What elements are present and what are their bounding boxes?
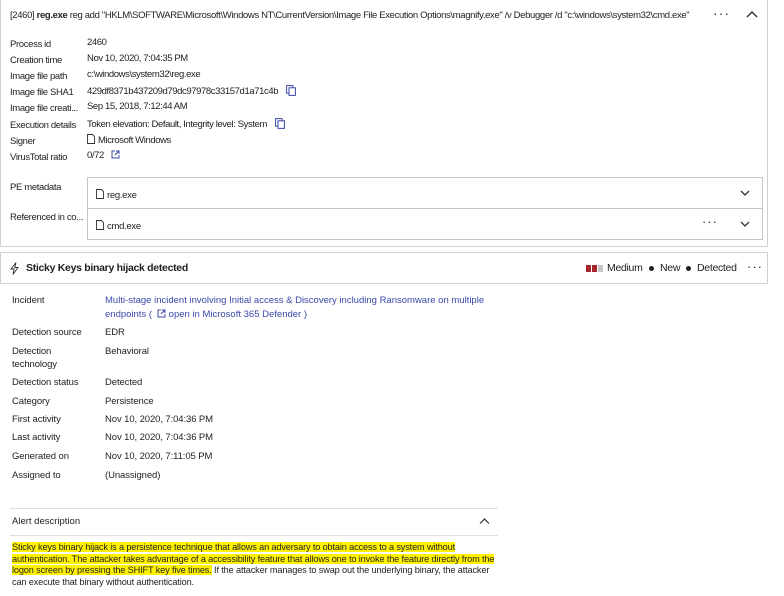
incident-close-paren: ) — [303, 309, 308, 320]
alert-title-bar: Sticky Keys binary hijack detected Mediu… — [0, 252, 768, 284]
generated-on-label: Generated on — [12, 451, 69, 462]
signer-row: Microsoft Windows — [87, 134, 171, 146]
external-link-icon[interactable] — [111, 150, 120, 159]
more-actions-icon[interactable]: ··· — [747, 259, 763, 274]
chevron-up-icon[interactable] — [479, 517, 490, 525]
detection-source-value: EDR — [105, 327, 125, 338]
image-file-sha1-value: 429df8371b437209d79dc97978c33157d1a71c4b — [87, 86, 279, 97]
first-activity-value: Nov 10, 2020, 7:04:36 PM — [105, 414, 213, 425]
virustotal-ratio-row: 0/72 — [87, 150, 120, 161]
referenced-in-command-dropdown[interactable]: cmd.exe ··· — [87, 208, 763, 240]
incident-value: Multi-stage incident involving Initial a… — [105, 294, 505, 322]
process-id-value: 2460 — [87, 37, 107, 48]
last-activity-label: Last activity — [12, 432, 61, 443]
detection-status-label: Detection status — [12, 377, 79, 388]
pe-metadata-file: reg.exe — [96, 189, 137, 201]
image-file-path-label: Image file path — [10, 71, 68, 82]
alert-description-text: Sticky keys binary hijack is a persisten… — [12, 542, 500, 588]
certificate-icon — [87, 134, 95, 144]
process-exe-name: reg.exe — [36, 10, 68, 21]
status-label: New — [660, 262, 681, 274]
image-file-creation-label: Image file creati... — [10, 103, 78, 114]
state-dot — [686, 266, 691, 271]
severity-bar-1 — [586, 265, 591, 272]
detection-technology-value: Behavioral — [105, 346, 149, 357]
process-id-label: Process id — [10, 39, 51, 50]
copy-icon[interactable] — [286, 85, 297, 96]
severity-bar-3 — [598, 265, 603, 272]
detection-status-value: Detected — [105, 377, 143, 388]
virustotal-ratio-value[interactable]: 0/72 — [87, 150, 104, 161]
copy-icon[interactable] — [275, 118, 286, 129]
severity-icon — [586, 265, 603, 272]
detection-source-label: Detection source — [12, 327, 82, 338]
last-activity-value: Nov 10, 2020, 7:04:36 PM — [105, 432, 213, 443]
open-in-m365-defender-link[interactable]: open in Microsoft 365 Defender — [169, 309, 302, 320]
more-actions-icon[interactable]: ··· — [702, 214, 718, 229]
category-value: Persistence — [105, 396, 154, 407]
status-dot — [649, 266, 654, 271]
category-label: Category — [12, 396, 50, 407]
generated-on-value: Nov 10, 2020, 7:11:05 PM — [105, 451, 213, 462]
execution-details-row: Token elevation: Default, Integrity leve… — [87, 118, 286, 130]
pe-metadata-dropdown[interactable]: reg.exe — [87, 177, 763, 209]
section-divider — [10, 508, 498, 509]
detection-state-label: Detected — [697, 262, 737, 274]
signer-label: Signer — [10, 136, 36, 147]
assigned-to-value: (Unassigned) — [105, 470, 161, 481]
process-command-line: [2460] reg.exe reg add "HKLM\SOFTWARE\Mi… — [10, 10, 700, 21]
process-command-args: reg add "HKLM\SOFTWARE\Microsoft\Windows… — [69, 10, 690, 21]
referenced-file: cmd.exe — [96, 220, 141, 232]
severity-label: Medium — [607, 262, 643, 274]
alert-description-title: Alert description — [12, 516, 81, 527]
more-actions-icon[interactable]: ··· — [713, 5, 730, 21]
referenced-file-name: cmd.exe — [107, 221, 141, 232]
first-activity-label: First activity — [12, 414, 61, 425]
external-link-icon[interactable] — [157, 309, 166, 318]
execution-details-value: Token elevation: Default, Integrity leve… — [87, 119, 267, 130]
creation-time-value: Nov 10, 2020, 7:04:35 PM — [87, 53, 188, 64]
alert-title: Sticky Keys binary hijack detected — [26, 262, 188, 274]
image-file-sha1-label: Image file SHA1 — [10, 87, 74, 98]
file-icon — [96, 189, 104, 199]
chevron-up-icon[interactable] — [745, 7, 759, 21]
referenced-in-command-label: Referenced in co... — [10, 212, 84, 223]
creation-time-label: Creation time — [10, 55, 62, 66]
assigned-to-label: Assigned to — [12, 470, 61, 481]
pe-metadata-label: PE metadata — [10, 182, 62, 193]
signer-value: Microsoft Windows — [98, 135, 171, 146]
pe-metadata-file-name: reg.exe — [107, 190, 137, 201]
virustotal-ratio-label: VirusTotal ratio — [10, 152, 68, 163]
process-id-prefix: [2460] — [10, 10, 35, 21]
image-file-path-value: c:\windows\system32\reg.exe — [87, 69, 201, 80]
detection-technology-label: Detection technology — [12, 346, 57, 370]
file-icon — [96, 220, 104, 230]
chevron-down-icon[interactable] — [740, 220, 750, 228]
image-file-creation-value: Sep 15, 2018, 7:12:44 AM — [87, 101, 188, 112]
execution-details-label: Execution details — [10, 120, 76, 131]
severity-bar-2 — [592, 265, 597, 272]
chevron-down-icon[interactable] — [740, 189, 750, 197]
image-file-sha1-row: 429df8371b437209d79dc97978c33157d1a71c4b — [87, 85, 297, 97]
section-divider — [10, 535, 498, 536]
incident-label: Incident — [12, 295, 45, 306]
alert-bolt-icon — [10, 262, 19, 275]
